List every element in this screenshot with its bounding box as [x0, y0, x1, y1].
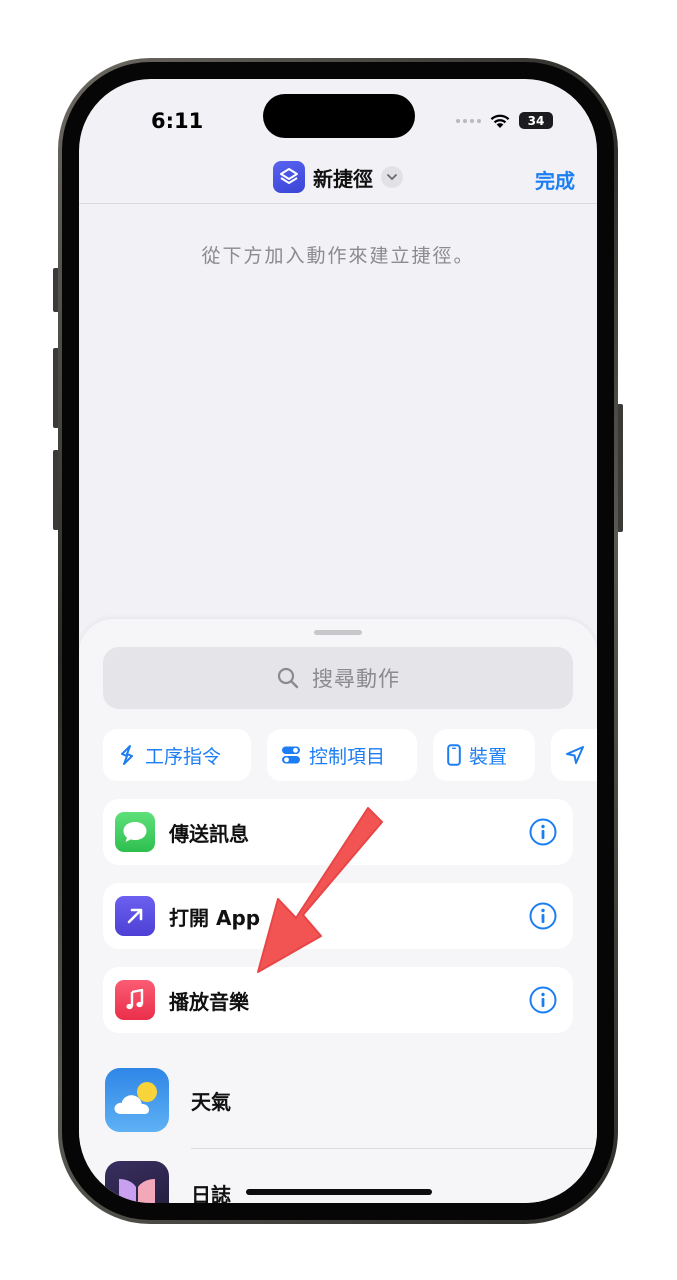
phone-bezel: 6:11 34 新捷徑 完成 從下方加入動作來建立捷徑。 搜尋動作 工序指令 控…: [62, 62, 614, 1220]
shortcuts-app-icon: [273, 161, 305, 193]
messages-icon: [115, 812, 155, 852]
nav-divider: [79, 203, 597, 204]
list-divider: [191, 1148, 597, 1149]
suggestion-label: 打開 App: [169, 905, 261, 930]
search-actions-field[interactable]: 搜尋動作: [103, 647, 573, 709]
status-time: 6:11: [151, 109, 204, 133]
category-device[interactable]: 裝置: [433, 729, 535, 781]
suggestion-label: 傳送訊息: [169, 821, 249, 846]
suggestion-send-message[interactable]: 傳送訊息: [103, 799, 573, 865]
category-label: 工序指令: [145, 745, 222, 768]
empty-hint: 從下方加入動作來建立捷徑。: [201, 245, 475, 267]
category-label: 控制項目: [309, 745, 386, 768]
info-icon[interactable]: [529, 986, 557, 1014]
phone-frame: 6:11 34 新捷徑 完成 從下方加入動作來建立捷徑。 搜尋動作 工序指令 控…: [58, 58, 618, 1224]
suggestion-label: 播放音樂: [169, 989, 249, 1014]
navigation-bar: 新捷徑 完成: [79, 157, 597, 203]
app-row-weather[interactable]: 天氣: [105, 1068, 597, 1132]
journal-icon: [105, 1161, 169, 1203]
chevron-down-icon: [381, 166, 403, 188]
cellular-signal-icon: [456, 118, 481, 123]
music-icon: [115, 980, 155, 1020]
app-label: 日誌: [191, 1182, 231, 1204]
toggle-icon: [282, 746, 300, 764]
dynamic-island: [263, 94, 415, 138]
shortcut-title: 新捷徑: [313, 166, 373, 191]
sheet-grabber[interactable]: [314, 630, 362, 635]
search-icon: [277, 667, 299, 689]
weather-icon: [105, 1068, 169, 1132]
location-arrow-icon: [566, 746, 584, 764]
app-row-journal[interactable]: 日誌: [105, 1161, 597, 1203]
shortcut-title-menu[interactable]: 新捷徑: [273, 161, 403, 193]
suggestion-open-app[interactable]: 打開 App: [103, 883, 573, 949]
scripting-icon: [121, 745, 133, 765]
screen: 6:11 34 新捷徑 完成 從下方加入動作來建立捷徑。 搜尋動作 工序指令 控…: [79, 79, 597, 1203]
action-sheet: 搜尋動作 工序指令 控制項目 裝置 傳送訊息 打開 App 播放音樂 天氣 日誌: [79, 619, 597, 1203]
category-scripting[interactable]: 工序指令: [103, 729, 251, 781]
category-location[interactable]: [551, 729, 597, 781]
category-scroller: 工序指令 控制項目 裝置: [103, 729, 597, 781]
category-label: 裝置: [469, 745, 508, 768]
battery-indicator: 34: [519, 112, 553, 129]
category-controls[interactable]: 控制項目: [267, 729, 417, 781]
wifi-icon: [490, 114, 510, 128]
done-button[interactable]: 完成: [535, 165, 575, 194]
info-icon[interactable]: [529, 818, 557, 846]
suggestion-play-music[interactable]: 播放音樂: [103, 967, 573, 1033]
info-icon[interactable]: [529, 902, 557, 930]
open-app-icon: [115, 896, 155, 936]
search-placeholder: 搜尋動作: [312, 667, 400, 691]
phone-device-icon: [447, 744, 461, 766]
home-indicator[interactable]: [246, 1189, 432, 1195]
status-icons: 34: [456, 112, 553, 129]
app-label: 天氣: [191, 1089, 231, 1114]
